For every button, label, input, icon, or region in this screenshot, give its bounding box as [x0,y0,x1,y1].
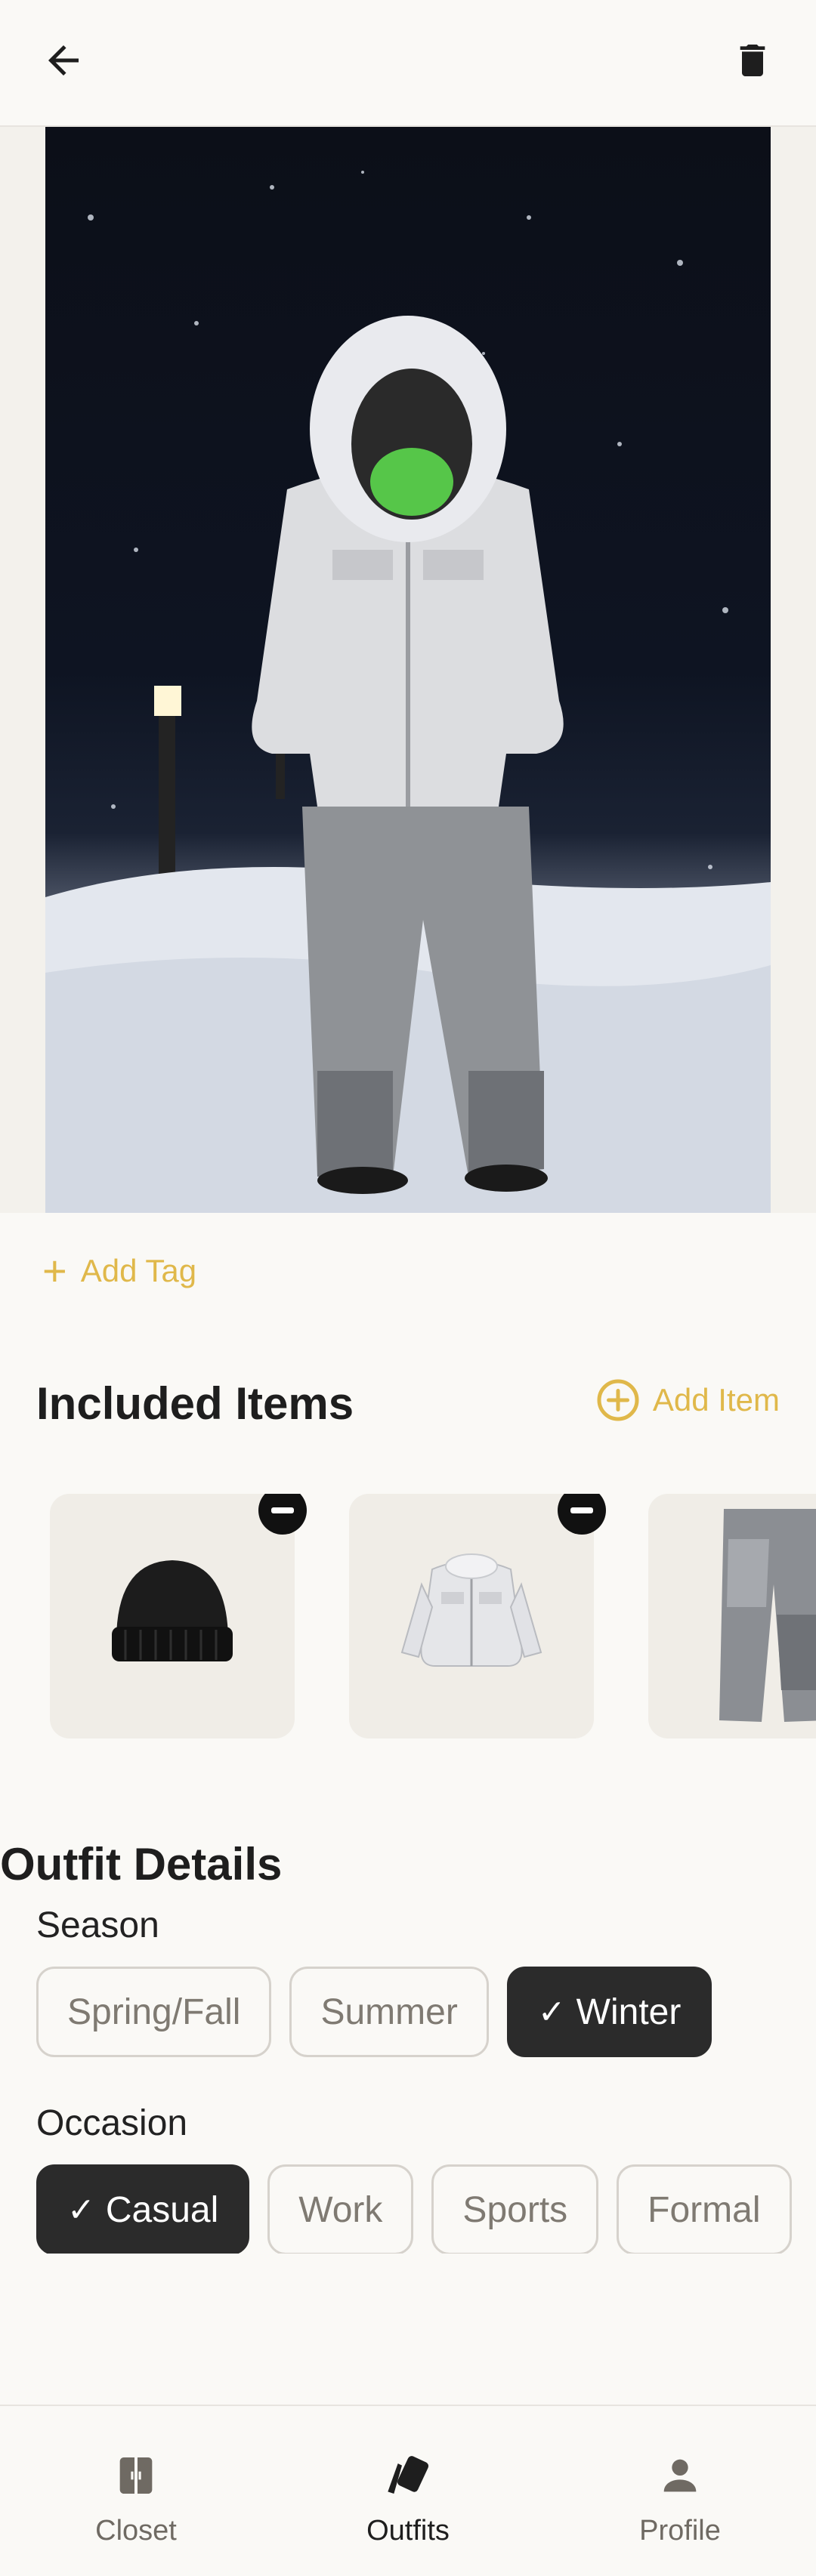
occasion-chip-group: ✓ Casual Work Sports Formal [36,2164,816,2254]
top-app-bar [0,0,816,127]
nav-label: Closet [95,2515,177,2547]
check-icon: ✓ [537,1993,566,2031]
person-icon [663,2459,697,2492]
chip-label: Spring/Fall [67,1991,241,2032]
item-card-beanie[interactable] [50,1494,307,1738]
trash-icon [740,45,765,76]
nav-label: Outfits [366,2515,450,2547]
nav-profile[interactable]: Profile [589,2451,771,2547]
chip-summer[interactable]: Summer [289,1967,489,2057]
outfit-photo-container [0,127,816,1213]
beanie-image [112,1560,233,1661]
add-tag-button[interactable]: + Add Tag [42,1247,197,1294]
chip-winter[interactable]: ✓ Winter [506,1967,712,2057]
add-item-button[interactable]: Add Item [595,1377,780,1423]
nav-closet[interactable]: Closet [45,2451,227,2547]
included-items-list [50,1494,816,1738]
chip-formal[interactable]: Formal [617,2164,792,2254]
cards-icon [388,2456,429,2494]
chip-sports[interactable]: Sports [431,2164,599,2254]
arrow-left-icon [48,45,79,76]
jacket-image [400,1553,542,1667]
nav-label: Profile [639,2515,721,2547]
plus-icon: + [42,1247,67,1294]
back-button[interactable] [30,27,97,94]
season-chip-group: Spring/Fall Summer ✓ Winter [36,1967,712,2057]
chip-label: Work [298,2189,383,2230]
delete-outfit-button[interactable] [719,27,786,94]
plus-circle-icon [597,1379,639,1421]
bottom-navigation: Closet Outfits Profile [0,2405,816,2576]
item-card-jacket[interactable] [349,1494,606,1738]
item-card-pants[interactable] [648,1494,816,1738]
chip-casual[interactable]: ✓ Casual [36,2164,250,2254]
chip-label: Sports [462,2189,568,2230]
season-label: Season [36,1905,159,1945]
chip-label: Summer [320,1991,458,2032]
chip-label: Casual [105,2189,219,2230]
wardrobe-icon [119,2457,153,2494]
add-tag-label: Add Tag [80,1253,197,1288]
pants-image [719,1509,816,1722]
check-icon: ✓ [67,2191,95,2229]
outfit-photo-illustration [45,171,771,1213]
included-items-title: Included Items [36,1378,354,1429]
occasion-label: Occasion [36,2103,188,2143]
chip-spring-fall[interactable]: Spring/Fall [36,1967,272,2057]
nav-outfits[interactable]: Outfits [317,2451,499,2547]
outfit-photo [45,127,771,1213]
chip-work[interactable]: Work [267,2164,414,2254]
chip-label: Formal [648,2189,761,2230]
chip-label: Winter [576,1991,682,2032]
add-item-label: Add Item [652,1382,780,1418]
outfit-details-title: Outfit Details [0,1839,283,1890]
